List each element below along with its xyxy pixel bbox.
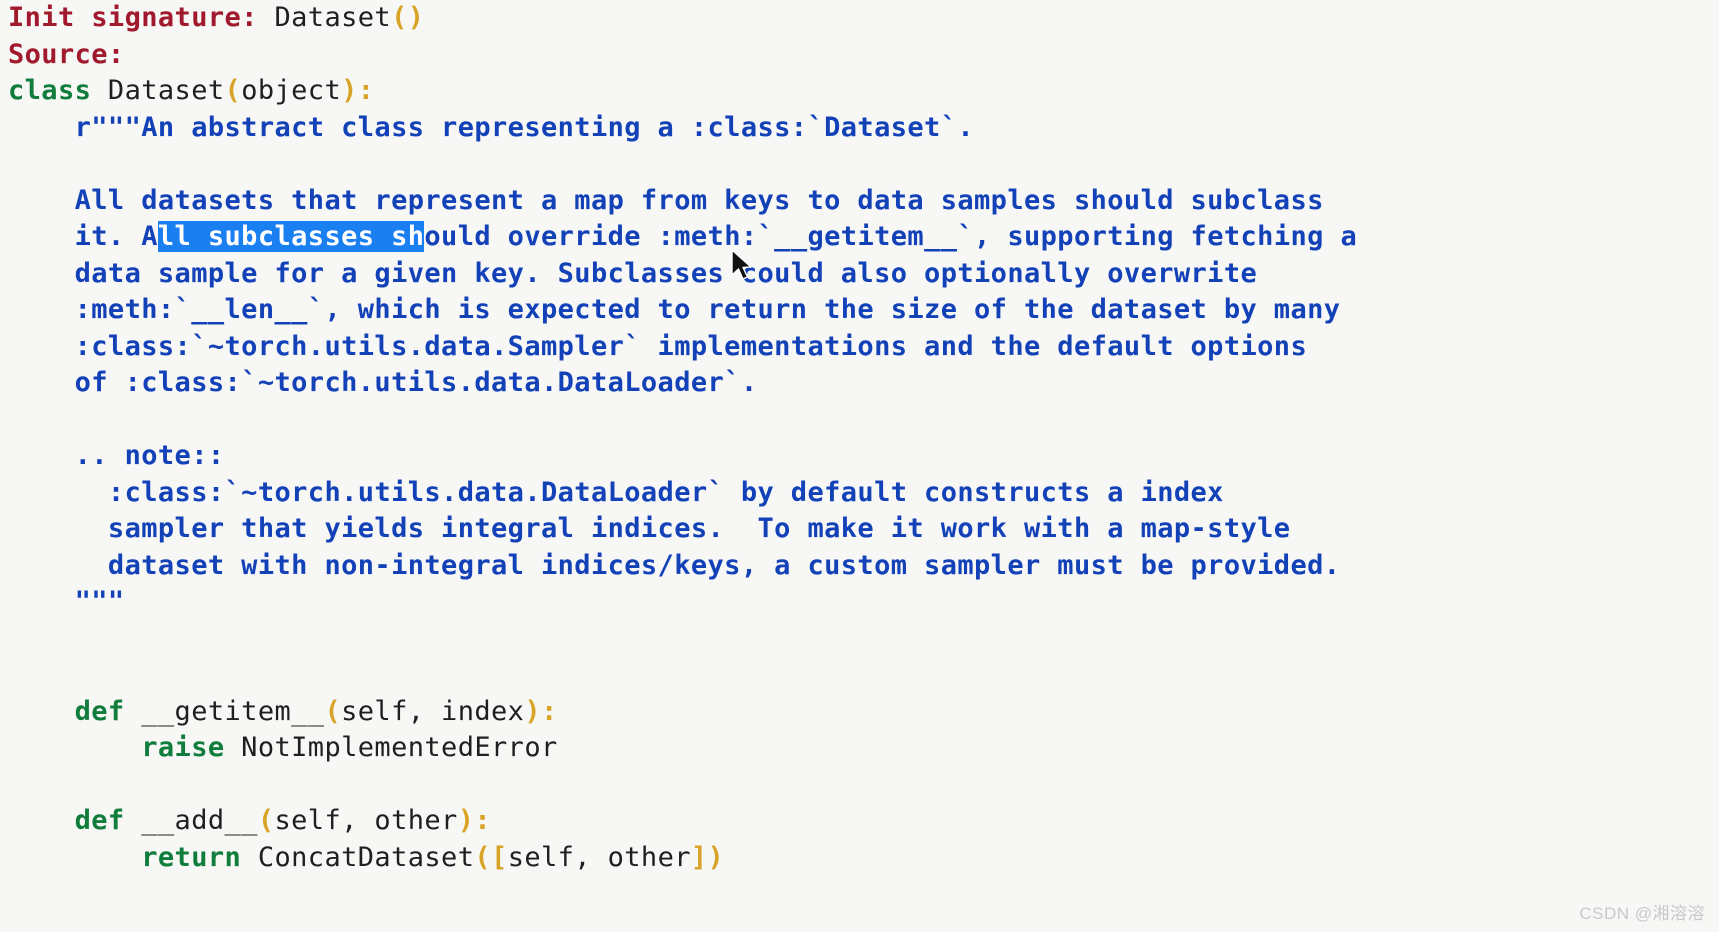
- code-line-doc-sampler: :class:`~torch.utils.data.Sampler` imple…: [0, 329, 1719, 366]
- paren-open: (: [257, 805, 275, 836]
- paren-close: ): [524, 695, 541, 727]
- bracket-close: ]): [690, 841, 725, 873]
- paren-close: ): [341, 75, 358, 106]
- exception-name: NotImplementedError: [224, 732, 558, 763]
- code-line-doc-note-dataloader: :class:`~torch.utils.data.DataLoader` by…: [0, 475, 1719, 512]
- source-label: Source:: [8, 38, 125, 70]
- docstring-text: data sample for a given key. Subclasses …: [8, 257, 1258, 289]
- code-line-source-label: Source:: [0, 37, 1719, 74]
- code-line-doc-all-datasets: All datasets that represent a map from k…: [0, 183, 1719, 220]
- code-line-docstring-close: """: [0, 584, 1719, 621]
- code-line-def-add: def __add__(self, other):: [0, 803, 1719, 840]
- code-line-def-getitem: def __getitem__(self, index):: [0, 694, 1719, 731]
- code-viewer: Init signature: Dataset() Source: class …: [0, 0, 1719, 932]
- docstring-text-before-selection: it. A: [8, 221, 158, 252]
- init-signature-value: Dataset: [257, 2, 392, 33]
- class-name-concatdataset: ConcatDataset: [241, 841, 475, 873]
- code-line-doc-meth-len: :meth:`__len__`, which is expected to re…: [0, 292, 1719, 329]
- code-line-doc-note-sampler: sampler that yields integral indices. To…: [0, 511, 1719, 548]
- keyword-return: return: [8, 841, 242, 873]
- paren-open: (: [324, 695, 342, 727]
- class-name-dataset: Dataset: [91, 75, 225, 106]
- base-class-object: object: [241, 75, 342, 106]
- docstring-text: :meth:`__len__`, which is expected to re…: [8, 294, 1341, 325]
- function-name-add: __add__: [124, 805, 258, 836]
- csdn-watermark: CSDN @湘溶溶: [1579, 904, 1705, 923]
- init-signature-parens: (): [391, 2, 425, 33]
- colon: :: [357, 75, 375, 106]
- function-name-getitem: __getitem__: [124, 695, 325, 727]
- docstring-text: sampler that yields integral indices. To…: [8, 513, 1291, 544]
- docstring-text: .. note::: [8, 440, 225, 471]
- function-args: self, other: [274, 805, 458, 836]
- code-line-doc-dataloader: of :class:`~torch.utils.data.DataLoader`…: [0, 365, 1719, 402]
- docstring-text: :class:`~torch.utils.data.Sampler` imple…: [8, 330, 1308, 362]
- code-line-return-concatdataset: return ConcatDataset([self, other]): [0, 840, 1719, 877]
- code-line-class-def: class Dataset(object):: [0, 73, 1719, 110]
- docstring-text: :class:`~torch.utils.data.DataLoader` by…: [8, 476, 1224, 508]
- docstring-text-after-selection: ould override :meth:`__getitem__`, suppo…: [424, 221, 1358, 252]
- docstring-text: r"""An abstract class representing a :cl…: [8, 111, 975, 143]
- code-line-doc-data-sample: data sample for a given key. Subclasses …: [0, 256, 1719, 293]
- docstring-text: All datasets that represent a map from k…: [8, 184, 1324, 216]
- function-args: self, index: [341, 695, 525, 727]
- bracket-open: ([: [474, 841, 508, 873]
- code-line-doc-subclasses-selected: it. All subclasses should override :meth…: [0, 219, 1719, 256]
- code-line-raise-notimplemented: raise NotImplementedError: [0, 730, 1719, 767]
- docstring-text: dataset with non-integral indices/keys, …: [8, 549, 1341, 581]
- keyword-raise: raise: [8, 732, 225, 763]
- code-line-docstring-open: r"""An abstract class representing a :cl…: [0, 110, 1719, 147]
- code-line-doc-note: .. note::: [0, 438, 1719, 475]
- docstring-text: of :class:`~torch.utils.data.DataLoader`…: [8, 367, 758, 398]
- code-line-init-signature: Init signature: Dataset(): [0, 0, 1719, 37]
- keyword-def: def: [8, 805, 125, 836]
- docstring-text: """: [8, 586, 125, 617]
- paren-open: (: [224, 75, 242, 106]
- colon: :: [474, 805, 492, 836]
- keyword-class: class: [8, 75, 92, 106]
- init-signature-label: Init signature:: [8, 2, 258, 33]
- call-args: self, other: [507, 841, 691, 873]
- code-line-doc-note-custom: dataset with non-integral indices/keys, …: [0, 548, 1719, 585]
- colon: :: [541, 695, 558, 727]
- keyword-def: def: [8, 695, 125, 727]
- text-selection-highlight[interactable]: ll subclasses sh: [157, 221, 425, 252]
- paren-close: ): [457, 805, 475, 836]
